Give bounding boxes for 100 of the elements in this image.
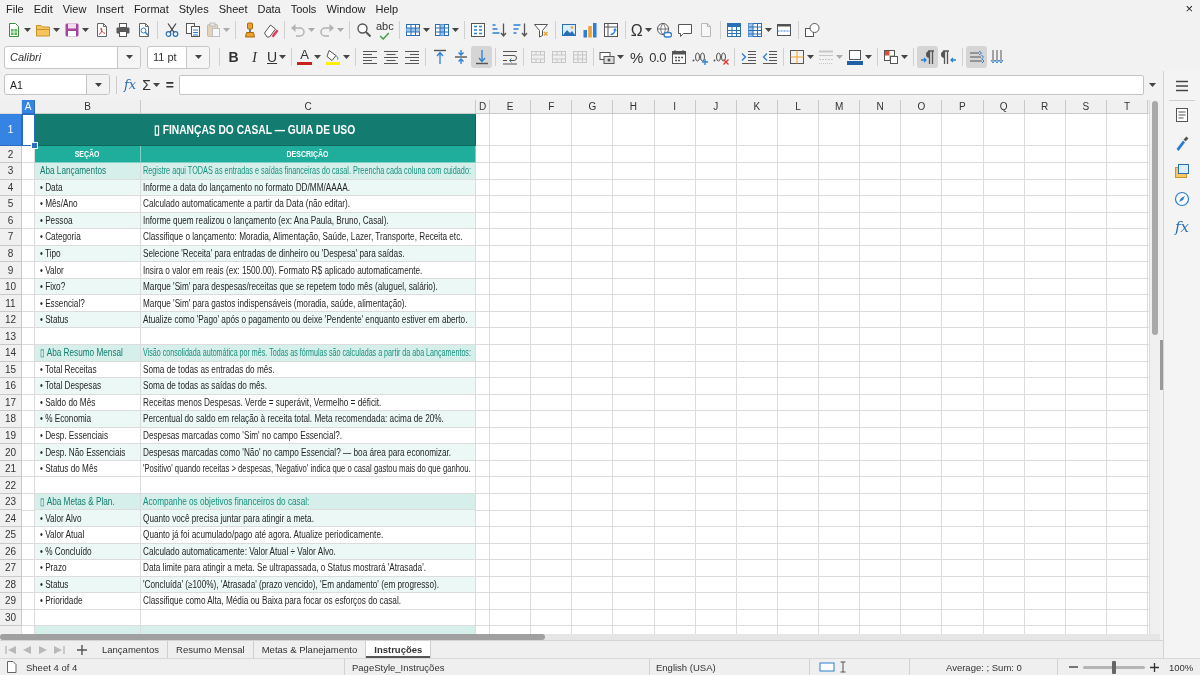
menu-item[interactable]: Tools <box>285 2 322 15</box>
align-top-icon <box>431 49 448 65</box>
scrollbar-thumb[interactable] <box>1152 101 1158 335</box>
page-style: PageStyle_Instruções <box>352 661 445 673</box>
column-header[interactable]: T <box>1106 100 1148 114</box>
slider-thumb[interactable] <box>1112 660 1116 674</box>
row-number[interactable]: 13 <box>0 328 22 345</box>
sheet-tab[interactable]: Instruções <box>366 641 432 658</box>
sidebar-handle[interactable] <box>1160 340 1163 390</box>
paragraph-ltr-button[interactable] <box>917 46 939 68</box>
caret-icon <box>865 55 873 59</box>
row-number[interactable]: 11 <box>0 295 22 312</box>
column-header[interactable]: F <box>531 100 573 114</box>
scissors-icon <box>163 22 180 38</box>
menu-item[interactable]: Help <box>370 2 404 15</box>
function-wizard-button[interactable]: fx <box>121 74 140 95</box>
align-bottom-button[interactable] <box>471 46 493 68</box>
formula-input-field[interactable] <box>179 74 1144 95</box>
spreadsheet-icon <box>6 22 22 38</box>
column-header[interactable]: M <box>819 100 861 114</box>
column-header[interactable]: A <box>22 100 35 114</box>
row-number[interactable]: 18 <box>0 411 22 428</box>
outdent-icon <box>761 49 778 65</box>
row-number[interactable]: 24 <box>0 510 22 528</box>
menu-item[interactable]: Sheet <box>213 2 253 15</box>
field-description: Quanto você precisa juntar para atingir a meta. <box>141 510 476 528</box>
column-header[interactable]: B <box>35 100 141 114</box>
column-header[interactable]: K <box>736 100 778 114</box>
column-header[interactable]: D <box>476 100 490 114</box>
column-header[interactable]: S <box>1065 100 1107 114</box>
functions-button[interactable]: fx <box>1173 215 1191 239</box>
font-size-field[interactable]: 11 pt <box>147 45 210 69</box>
number-button[interactable]: 0.0 <box>647 46 669 68</box>
column-header[interactable]: E <box>490 100 532 114</box>
row-number[interactable]: 1 <box>0 114 22 146</box>
column-header[interactable]: C <box>141 100 476 114</box>
row-number[interactable]: 22 <box>0 477 22 494</box>
text-ltr-button[interactable] <box>966 46 988 68</box>
sum-button[interactable]: Σ <box>139 74 163 95</box>
row-number[interactable]: 14 <box>0 345 22 362</box>
column-header[interactable]: J <box>695 100 737 114</box>
row-number[interactable]: 7 <box>0 229 22 246</box>
menu-item[interactable]: File <box>1 2 29 15</box>
compass-icon <box>1174 191 1190 207</box>
percent-button[interactable]: % <box>626 46 648 68</box>
row-number[interactable]: 2 <box>0 146 22 163</box>
row-number[interactable]: 27 <box>0 560 22 577</box>
caret-icon <box>901 55 909 59</box>
vertical-scrollbar[interactable] <box>1149 100 1160 634</box>
column-header[interactable]: N <box>860 100 902 114</box>
formula-button[interactable]: = <box>162 74 177 95</box>
document-icon <box>6 661 17 673</box>
spelling-button[interactable]: abc <box>374 19 396 41</box>
conditional-format-icon <box>883 49 900 65</box>
row-number[interactable]: 29 <box>0 593 22 610</box>
font-name-field[interactable]: Calibri <box>4 45 141 69</box>
column-header[interactable]: R <box>1024 100 1066 114</box>
fill-handle[interactable] <box>31 142 38 149</box>
column-header[interactable]: Q <box>983 100 1025 114</box>
menu-item[interactable]: Edit <box>28 2 58 15</box>
menu-item[interactable]: Format <box>128 2 174 15</box>
cell-cursor[interactable] <box>22 114 35 146</box>
bold-button[interactable]: B <box>223 46 244 68</box>
close-button[interactable]: × <box>1182 1 1196 16</box>
underline-button[interactable]: U <box>265 46 289 68</box>
font-color-button[interactable]: A <box>295 46 324 68</box>
row-number[interactable]: 16 <box>0 378 22 395</box>
menu-item[interactable]: Data <box>252 2 286 15</box>
row-number[interactable]: 3 <box>0 163 22 180</box>
zoom-out-button[interactable] <box>1069 663 1078 671</box>
table-grid-icon <box>571 49 588 65</box>
merge-cells-icon <box>550 49 567 65</box>
column-header[interactable]: P <box>942 100 984 114</box>
plus-icon <box>77 644 87 655</box>
zoom-in-button[interactable] <box>1150 662 1159 672</box>
italic-button[interactable]: I <box>244 46 265 68</box>
row-number[interactable]: 5 <box>0 196 22 213</box>
row-number[interactable]: 9 <box>0 262 22 279</box>
column-header[interactable]: G <box>572 100 614 114</box>
caret-icon <box>764 28 772 32</box>
scrollbar-thumb[interactable] <box>0 634 545 640</box>
menu-item[interactable]: Insert <box>91 2 129 15</box>
column-header[interactable]: I <box>654 100 696 114</box>
printer-icon <box>114 22 131 38</box>
column-header[interactable]: O <box>901 100 943 114</box>
search-icon <box>355 22 372 38</box>
horizontal-scrollbar[interactable] <box>0 634 1160 640</box>
row-number[interactable]: 25 <box>0 527 22 544</box>
name-box[interactable]: A1 <box>4 74 110 95</box>
align-middle-icon <box>452 49 469 65</box>
menu-item[interactable]: Window <box>321 2 371 15</box>
row-number[interactable]: 20 <box>0 444 22 461</box>
gallery-icon <box>1174 163 1190 179</box>
special-character-button[interactable]: Ω <box>628 19 654 41</box>
table-columns-icon <box>433 22 450 38</box>
column-header[interactable]: H <box>613 100 655 114</box>
spreadsheet-grid[interactable] <box>0 100 1149 634</box>
menu-item[interactable]: View <box>57 2 92 15</box>
column-header[interactable]: L <box>777 100 819 114</box>
menu-item[interactable]: Styles <box>173 2 214 15</box>
